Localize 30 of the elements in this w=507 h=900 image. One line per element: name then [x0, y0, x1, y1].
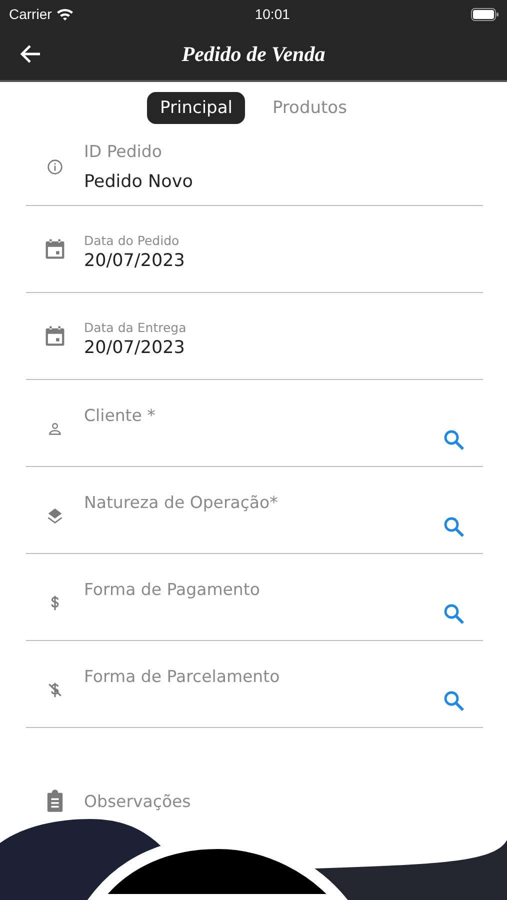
wifi-icon	[56, 7, 74, 21]
layers-icon	[45, 506, 65, 526]
field-label: Observações	[84, 792, 191, 811]
search-button[interactable]	[442, 602, 466, 626]
field-value[interactable]: Pedido Novo	[84, 172, 483, 192]
field-label: Data da Entrega	[84, 320, 188, 335]
field-label: Cliente *	[84, 406, 156, 425]
back-button[interactable]	[20, 44, 42, 64]
field-label: Forma de Pagamento	[84, 580, 261, 599]
search-icon	[442, 602, 466, 626]
carrier-label: Carrier	[9, 6, 52, 22]
back-arrow-icon	[20, 44, 42, 64]
tab[interactable]: Principal	[147, 92, 246, 124]
search-icon	[442, 428, 466, 452]
date-value[interactable]: 20/07/2023	[84, 338, 483, 358]
search-icon	[442, 689, 466, 713]
battery-icon	[470, 8, 499, 20]
search-button[interactable]	[442, 515, 466, 539]
clock-time: 10:01	[254, 6, 290, 22]
search-icon	[442, 515, 466, 539]
field-label: Data do Pedido	[84, 233, 180, 248]
date-value[interactable]: 20/07/2023	[84, 251, 483, 271]
search-button[interactable]	[442, 428, 466, 452]
person-icon	[46, 420, 64, 438]
info-icon	[45, 156, 65, 176]
page-title: Pedido de Venda	[182, 42, 326, 66]
search-button[interactable]	[442, 689, 466, 713]
field-label: Natureza de Operação*	[84, 493, 279, 512]
field-label: ID Pedido	[84, 142, 163, 160]
field-label: Forma de Parcelamento	[84, 667, 281, 686]
